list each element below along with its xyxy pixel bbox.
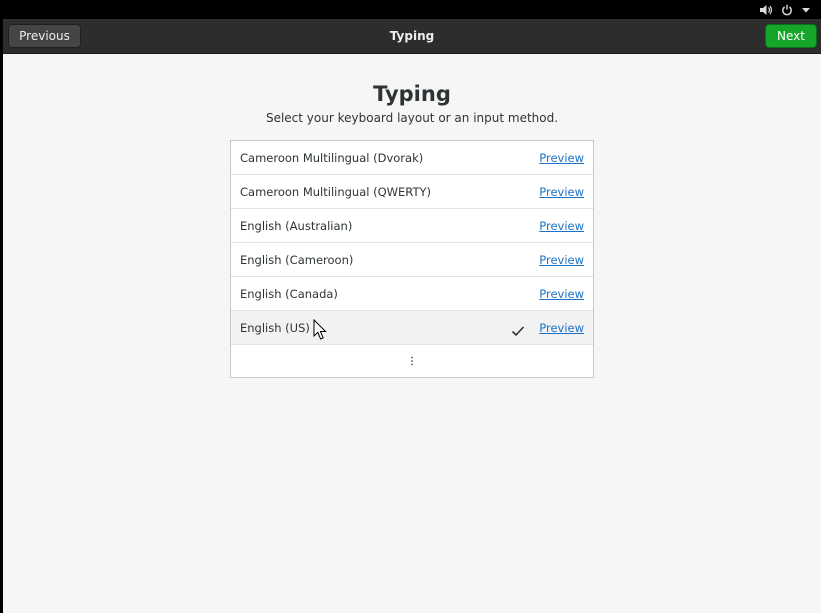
volume-icon[interactable] xyxy=(759,4,773,16)
preview-link[interactable]: Preview xyxy=(539,277,584,310)
previous-button[interactable]: Previous xyxy=(8,24,81,48)
layout-label: English (Canada) xyxy=(240,286,338,301)
next-button[interactable]: Next xyxy=(765,24,817,48)
installer-window: Typing Previous Next Typing Select your … xyxy=(3,19,821,613)
keyboard-layout-list: Cameroon Multilingual (Dvorak) Preview C… xyxy=(230,140,594,378)
preview-link[interactable]: Preview xyxy=(539,311,584,344)
list-item[interactable]: English (Australian) Preview xyxy=(231,209,593,243)
layout-label: English (Cameroon) xyxy=(240,252,354,267)
list-item[interactable]: English (Cameroon) Preview xyxy=(231,243,593,277)
top-panel xyxy=(0,0,821,19)
page-subtitle: Select your keyboard layout or an input … xyxy=(265,111,559,125)
show-more-row[interactable] xyxy=(231,345,593,377)
layout-label: Cameroon Multilingual (Dvorak) xyxy=(240,150,424,165)
header-bar: Typing Previous Next xyxy=(3,19,821,54)
layout-label: Cameroon Multilingual (QWERTY) xyxy=(240,184,431,199)
list-item-selected[interactable]: English (US) Preview xyxy=(231,311,593,345)
preview-link[interactable]: Preview xyxy=(539,209,584,242)
layout-label: English (Australian) xyxy=(240,218,353,233)
chevron-down-icon[interactable] xyxy=(801,6,811,14)
preview-link[interactable]: Preview xyxy=(539,141,584,174)
vertical-ellipsis-icon xyxy=(410,352,414,371)
system-tray[interactable] xyxy=(759,0,811,19)
list-item[interactable]: English (Canada) Preview xyxy=(231,277,593,311)
page-title: Typing xyxy=(373,82,451,106)
checkmark-icon xyxy=(511,322,525,337)
header-title: Typing xyxy=(389,29,435,43)
power-icon[interactable] xyxy=(781,4,793,16)
preview-link[interactable]: Preview xyxy=(539,175,584,208)
list-item[interactable]: Cameroon Multilingual (QWERTY) Preview xyxy=(231,175,593,209)
list-item[interactable]: Cameroon Multilingual (Dvorak) Preview xyxy=(231,141,593,175)
mouse-pointer-icon xyxy=(313,318,327,341)
layout-label: English (US) xyxy=(240,320,310,335)
preview-link[interactable]: Preview xyxy=(539,243,584,276)
